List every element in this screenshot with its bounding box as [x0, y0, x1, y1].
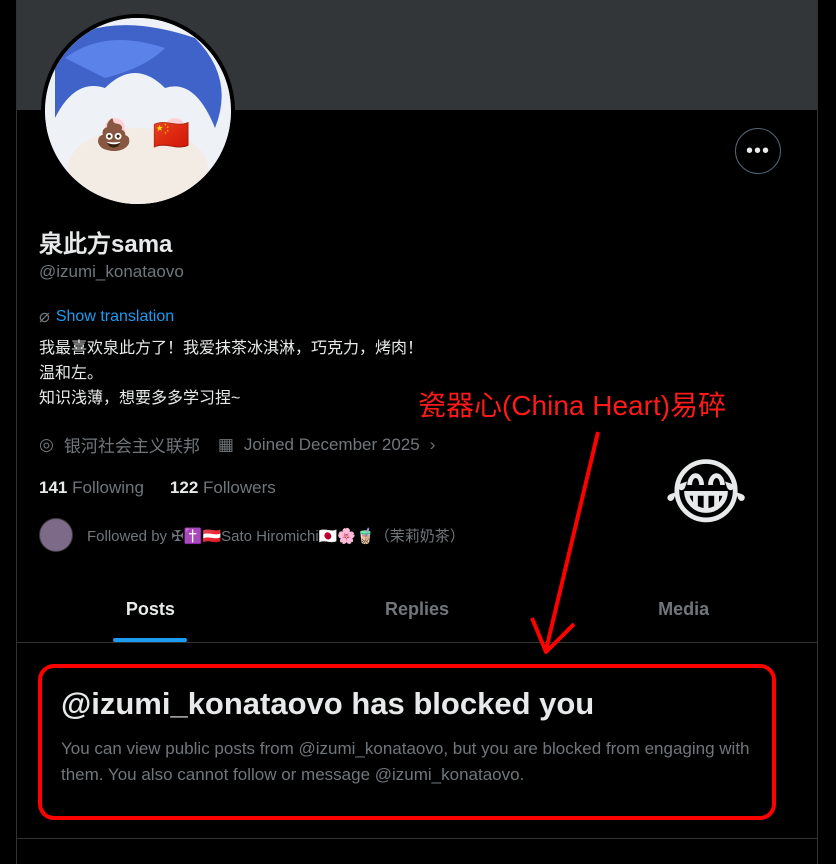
annotation-arrow: [530, 431, 600, 654]
